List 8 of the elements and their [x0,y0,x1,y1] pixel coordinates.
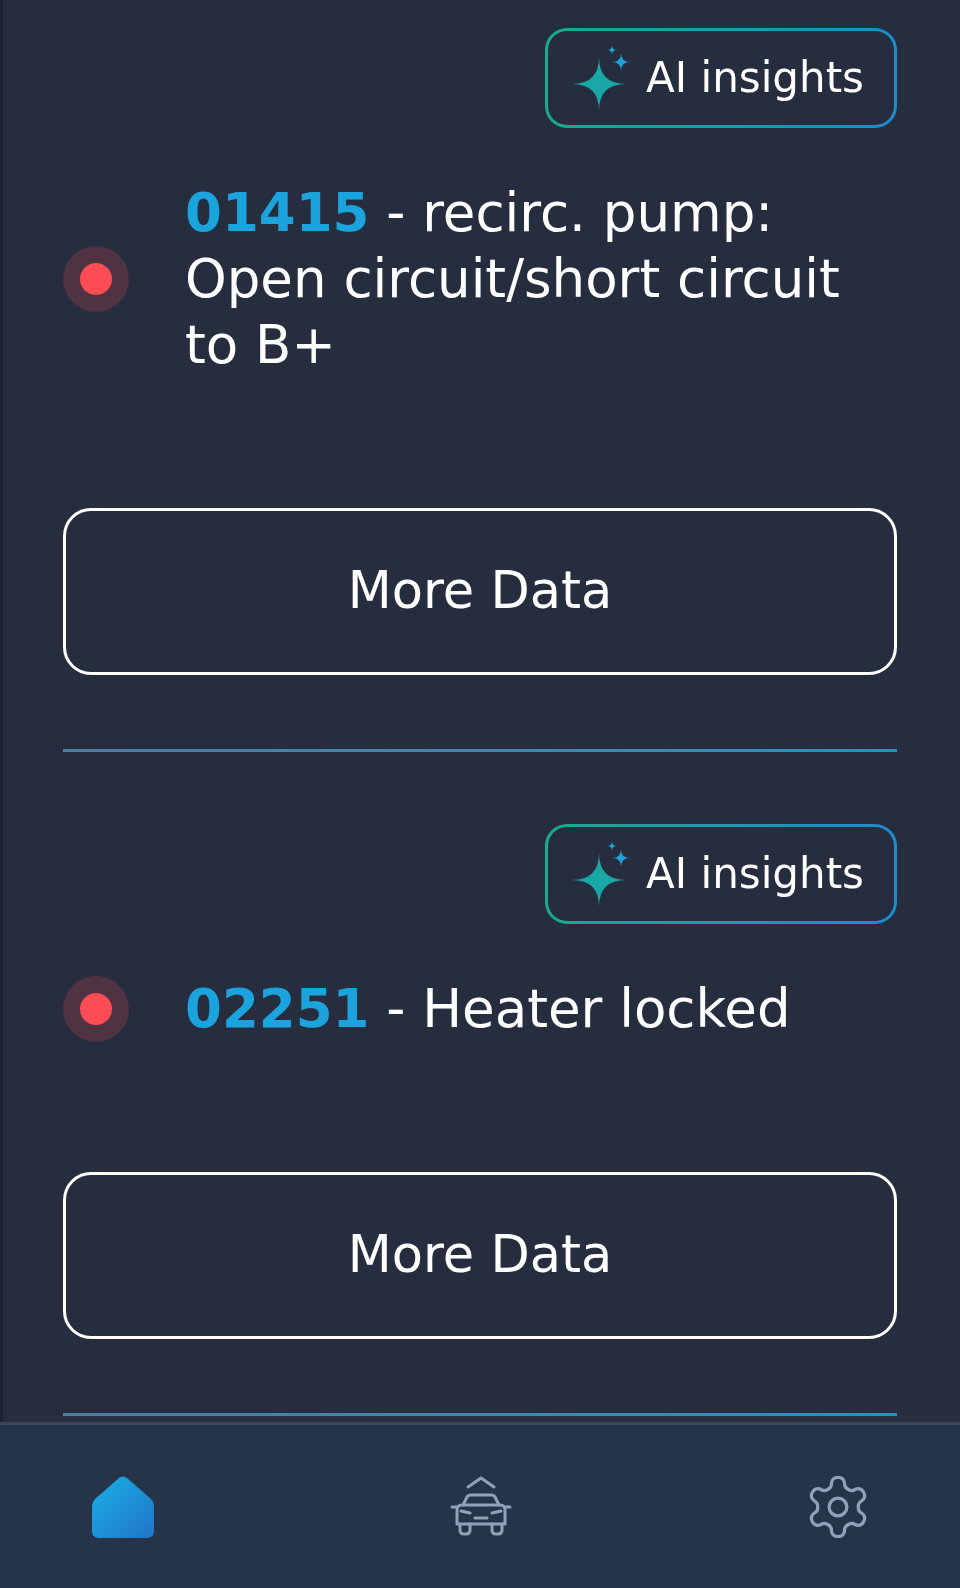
fault-description: 02251 - Heater locked [185,977,792,1041]
ai-insights-button[interactable]: AI insights [545,28,897,128]
status-dot-icon [63,246,129,312]
more-data-button[interactable]: More Data [63,508,897,675]
status-dot-icon [63,976,129,1042]
more-data-button[interactable]: More Data [63,1172,897,1339]
fault-description: 01415 - recirc. pump: Open circuit/short circuit to B+ [185,181,841,377]
ai-insights-button[interactable]: AI insights [545,824,897,924]
